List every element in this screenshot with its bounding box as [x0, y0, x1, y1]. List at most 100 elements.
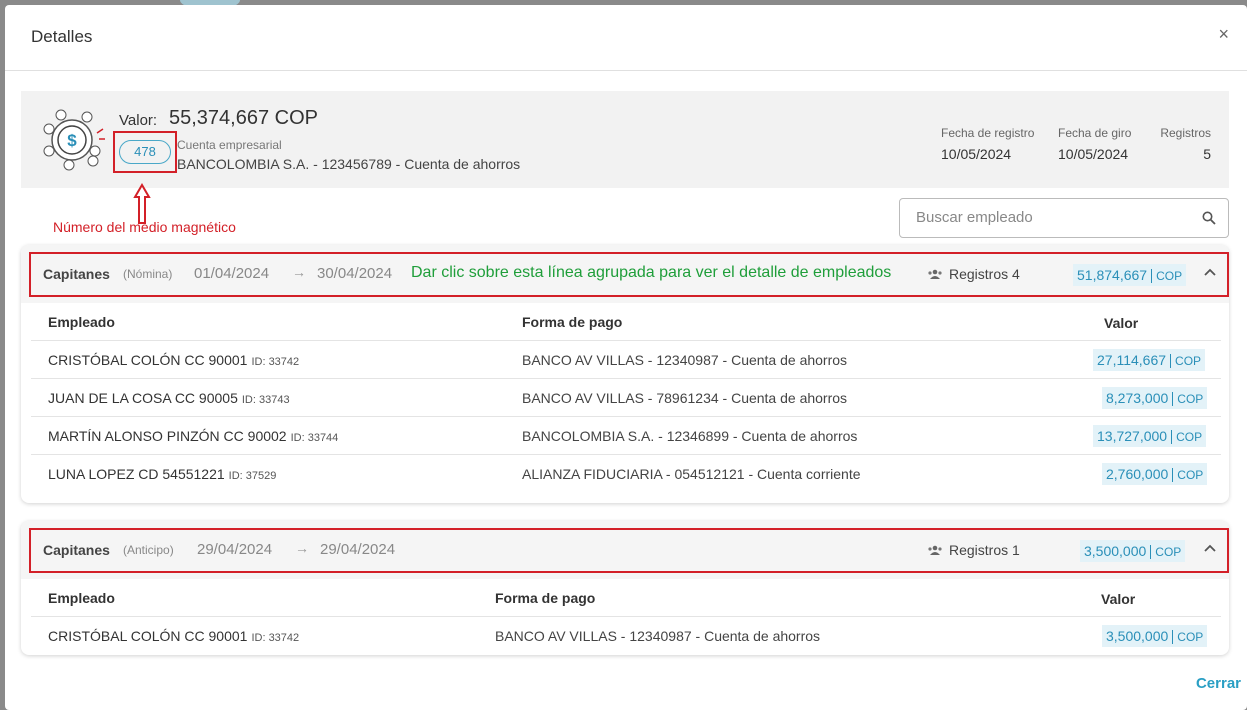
employee-name: MARTÍN ALONSO PINZÓN CC 90002 ID: 33744: [48, 428, 338, 444]
details-modal: Detalles × $ Valor: 55,374,667 COP 478 C…: [5, 5, 1247, 710]
search-icon[interactable]: [1202, 211, 1216, 225]
group-card-nomina: Capitanes (Nómina) 01/04/2024 → 30/04/20…: [21, 245, 1229, 503]
employee-id: ID: 33742: [251, 356, 300, 368]
payment-method: BANCO AV VILLAS - 12340987 - Cuenta de a…: [522, 352, 848, 368]
group-amount: 3,500,000 COP: [1080, 540, 1186, 562]
row-amount-value: 2,760,000: [1106, 466, 1169, 482]
group-amount: 51,874,667 COP: [1073, 264, 1187, 286]
employee-name: CRISTÓBAL COLÓN CC 90001 ID: 33742: [48, 628, 299, 644]
people-icon: [928, 269, 942, 279]
employee-name: CRISTÓBAL COLÓN CC 90001 ID: 33742: [48, 352, 299, 368]
registros-label: Registros: [1160, 126, 1211, 140]
row-amount-currency: COP: [1170, 354, 1202, 368]
table-row[interactable]: LUNA LOPEZ CD 54551221 ID: 37529 ALIANZA …: [31, 455, 1221, 493]
table-row[interactable]: CRISTÓBAL COLÓN CC 90001 ID: 33742 BANCO …: [31, 341, 1221, 379]
employee-name: LUNA LOPEZ CD 54551221 ID: 37529: [48, 466, 276, 482]
valor-label: Valor:: [119, 112, 158, 129]
group-header-nomina[interactable]: Capitanes (Nómina) 01/04/2024 → 30/04/20…: [21, 245, 1229, 303]
arrow-right-icon: →: [292, 264, 306, 280]
fecha-registro-label: Fecha de registro: [941, 126, 1035, 140]
header-forma-pago: Forma de pago: [495, 590, 596, 606]
group-amount-currency: COP: [1150, 545, 1182, 559]
group-registros: Registros 1: [949, 542, 1020, 558]
employee-name-text: CRISTÓBAL COLÓN CC 90001: [48, 628, 248, 644]
row-amount-value: 27,114,667: [1097, 352, 1167, 368]
fecha-registro: Fecha de registro 10/05/2024: [941, 126, 1034, 162]
row-amount-currency: COP: [1172, 630, 1204, 644]
header-valor: Valor: [1101, 591, 1136, 607]
group-card-anticipo: Capitanes (Anticipo) 29/04/2024 → 29/04/…: [21, 521, 1229, 655]
employee-name-text: CRISTÓBAL COLÓN CC 90001: [48, 352, 248, 368]
people-icon: [928, 545, 942, 555]
table-row[interactable]: MARTÍN ALONSO PINZÓN CC 90002 ID: 33744 B…: [31, 417, 1221, 455]
chevron-up-icon[interactable]: [1203, 543, 1217, 553]
group-date-from: 29/04/2024: [197, 541, 273, 558]
fecha-giro: Fecha de giro 10/05/2024: [1058, 126, 1131, 162]
chevron-up-icon[interactable]: [1203, 267, 1217, 277]
modal-header: Detalles ×: [5, 5, 1247, 71]
employee-id: ID: 33744: [290, 432, 339, 444]
payment-summary: $ Valor: 55,374,667 COP 478 Cuenta empre…: [21, 91, 1229, 188]
group-date-to: 29/04/2024: [320, 541, 396, 558]
group-registros: Registros 4: [949, 266, 1020, 282]
employee-name-text: LUNA LOPEZ CD 54551221: [48, 466, 225, 482]
employee-id: ID: 37529: [228, 470, 277, 482]
table-header-row: Empleado Forma de pago Valor: [31, 303, 1221, 341]
registros-value: 5: [1203, 146, 1211, 162]
employee-id: ID: 33743: [241, 394, 290, 406]
group-type: (Nómina): [123, 267, 173, 281]
row-amount: 2,760,000 COP: [1102, 463, 1208, 485]
cuenta-label: Cuenta empresarial: [177, 138, 282, 152]
annotation-grupo: Dar clic sobre esta línea agrupada para …: [411, 264, 892, 281]
payment-method: BANCOLOMBIA S.A. - 12346899 - Cuenta de …: [522, 428, 858, 444]
payment-method: BANCO AV VILLAS - 12340987 - Cuenta de a…: [495, 628, 821, 644]
row-amount-value: 3,500,000: [1106, 628, 1169, 644]
payment-method: BANCO AV VILLAS - 78961234 - Cuenta de a…: [522, 390, 848, 406]
fecha-registro-value: 10/05/2024: [941, 146, 1012, 162]
group-date-from: 01/04/2024: [194, 265, 270, 282]
employee-id: ID: 33742: [251, 632, 300, 644]
employee-name-text: MARTÍN ALONSO PINZÓN CC 90002: [48, 428, 287, 444]
group-header-anticipo[interactable]: Capitanes (Anticipo) 29/04/2024 → 29/04/…: [21, 521, 1229, 579]
header-empleado: Empleado: [48, 314, 115, 330]
employee-table: Empleado Forma de pago Valor CRISTÓBAL C…: [31, 303, 1221, 493]
close-icon[interactable]: ×: [1218, 25, 1229, 43]
group-amount-currency: COP: [1151, 269, 1183, 283]
employee-table: Empleado Forma de pago Valor CRISTÓBAL C…: [31, 579, 1221, 655]
payment-method: ALIANZA FIDUCIARIA - 054512121 - Cuenta …: [522, 466, 861, 482]
search-input[interactable]: [916, 209, 1186, 226]
annotation-box-badge: [113, 131, 177, 173]
table-row[interactable]: JUAN DE LA COSA CC 90005 ID: 33743 BANCO …: [31, 379, 1221, 417]
header-forma-pago: Forma de pago: [522, 314, 623, 330]
svg-text:$: $: [67, 131, 77, 150]
arrow-right-icon: →: [295, 540, 309, 556]
group-type: (Anticipo): [123, 543, 174, 557]
fecha-giro-value: 10/05/2024: [1058, 146, 1129, 162]
group-amount-value: 51,874,667: [1077, 267, 1148, 283]
header-valor: Valor: [1104, 315, 1139, 331]
fecha-giro-label: Fecha de giro: [1058, 126, 1132, 140]
close-button[interactable]: Cerrar: [1196, 675, 1241, 692]
employee-name: JUAN DE LA COSA CC 90005 ID: 33743: [48, 390, 290, 406]
valor-amount: 55,374,667 COP: [169, 107, 318, 129]
row-amount-currency: COP: [1171, 430, 1203, 444]
money-coins-icon: $: [43, 109, 105, 171]
group-date-to: 30/04/2024: [317, 265, 393, 282]
group-title: Capitanes: [43, 266, 110, 282]
cuenta-value: BANCOLOMBIA S.A. - 123456789 - Cuenta de…: [177, 156, 521, 172]
row-amount-value: 8,273,000: [1106, 390, 1169, 406]
row-amount-currency: COP: [1172, 468, 1204, 482]
row-amount: 8,273,000 COP: [1102, 387, 1208, 409]
row-amount-currency: COP: [1172, 392, 1204, 406]
registros-count: Registros 5: [1160, 126, 1211, 162]
annotation-medio: Número del medio magnético: [53, 219, 236, 235]
table-header-row: Empleado Forma de pago Valor: [31, 579, 1221, 617]
modal-title: Detalles: [31, 27, 93, 46]
row-amount: 27,114,667 COP: [1093, 349, 1206, 371]
table-row[interactable]: CRISTÓBAL COLÓN CC 90001 ID: 33742 BANCO …: [31, 617, 1221, 655]
row-amount: 13,727,000 COP: [1093, 425, 1207, 447]
header-empleado: Empleado: [48, 590, 115, 606]
search-field[interactable]: [899, 198, 1229, 238]
row-amount: 3,500,000 COP: [1102, 625, 1208, 647]
employee-name-text: JUAN DE LA COSA CC 90005: [48, 390, 238, 406]
